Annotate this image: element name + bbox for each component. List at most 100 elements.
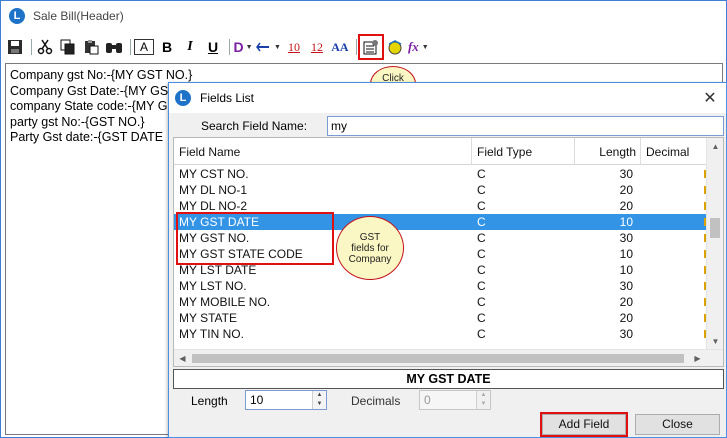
vertical-scrollbar[interactable]: ▲ ▼: [706, 138, 723, 350]
cell-field-name: MY LST NO.: [179, 279, 247, 293]
cell-decimal: [641, 214, 706, 230]
cell-length: 20: [619, 295, 633, 309]
length-spinner[interactable]: ▲ ▼: [312, 391, 326, 409]
dialog-buttons: Add Field Close: [169, 412, 726, 438]
length-value: 10: [250, 393, 264, 407]
size-12-label: 12: [310, 39, 323, 54]
font-icon[interactable]: AA: [330, 37, 350, 57]
search-row: Search Field Name:: [173, 116, 724, 136]
cell-field-name: MY DL NO-2: [179, 199, 248, 213]
image-icon[interactable]: [385, 37, 405, 57]
window-title: Sale Bill(Header): [33, 9, 124, 23]
size-12-icon[interactable]: 12: [307, 37, 327, 57]
length-stepper[interactable]: 10 ▲ ▼: [245, 390, 327, 410]
font-size-icon[interactable]: A: [134, 39, 154, 55]
d-menu-icon[interactable]: D ▼: [233, 37, 253, 57]
toolbar: A B I U D ▼ ▼ 10 12 AA fx ▼: [5, 34, 723, 60]
cell-decimal: [641, 230, 706, 246]
font-label: AA: [331, 39, 349, 54]
table-row[interactable]: MY GST NO. C 30: [174, 230, 706, 246]
length-label: Length: [191, 394, 228, 408]
length-row: Length 10 ▲ ▼ Decimals 0 ▲ ▼: [173, 390, 724, 412]
cell-field-type: C: [477, 295, 486, 309]
bold-label: B: [161, 39, 173, 55]
italic-icon[interactable]: I: [180, 37, 200, 57]
cell-field-type: C: [477, 183, 486, 197]
cell-field-name: MY GST NO.: [179, 231, 250, 245]
toolbar-separator: [355, 39, 357, 55]
column-header-field-type[interactable]: Field Type: [472, 138, 575, 165]
cell-field-type: C: [477, 167, 486, 181]
table-row[interactable]: MY GST STATE CODE C 10: [174, 246, 706, 262]
find-icon[interactable]: [104, 37, 124, 57]
function-icon[interactable]: fx ▼: [408, 37, 429, 57]
table-row[interactable]: MY STATE C 20: [174, 310, 706, 326]
cell-decimal: [641, 262, 706, 278]
cell-field-type: C: [477, 263, 486, 277]
cell-field-name: MY DL NO-1: [179, 183, 248, 197]
app-logo-icon: L: [175, 90, 191, 106]
copy-icon[interactable]: [58, 37, 78, 57]
table-row[interactable]: MY DL NO-1 C 20: [174, 182, 706, 198]
main-titlebar: L Sale Bill(Header): [1, 1, 726, 31]
search-field-input[interactable]: [327, 116, 724, 136]
cell-field-type: C: [477, 247, 486, 261]
indent-menu-icon[interactable]: ▼: [256, 37, 281, 57]
cell-length: 20: [619, 183, 633, 197]
cell-length: 20: [619, 311, 633, 325]
cell-length: 10: [619, 247, 633, 261]
table-row[interactable]: MY DL NO-2 C 20: [174, 198, 706, 214]
cut-icon[interactable]: [35, 37, 55, 57]
cell-field-name: MY TIN NO.: [179, 327, 244, 341]
column-header-length[interactable]: Length: [575, 138, 641, 165]
field-list-icon[interactable]: [357, 34, 384, 60]
cell-field-name: MY MOBILE NO.: [179, 295, 271, 309]
scroll-thumb[interactable]: [192, 354, 684, 363]
cell-field-type: C: [477, 311, 486, 325]
scroll-down-icon[interactable]: ▼: [707, 333, 723, 350]
bold-icon[interactable]: B: [157, 37, 177, 57]
scroll-up-icon[interactable]: ▲: [707, 138, 723, 155]
cell-decimal: [641, 278, 706, 294]
table-row[interactable]: MY TIN NO. C 30: [174, 326, 706, 342]
chevron-down-icon: ▼: [421, 43, 429, 51]
cell-decimal: [641, 198, 706, 214]
spin-down-icon: ▼: [480, 401, 487, 407]
grid-header: Field Name Field Type Length Decimal: [174, 138, 706, 165]
cell-length: 10: [619, 215, 633, 229]
table-row[interactable]: MY MOBILE NO. C 20: [174, 294, 706, 310]
table-row[interactable]: MY GST DATE C 10: [174, 214, 706, 230]
decimals-value: 0: [424, 393, 431, 407]
column-header-field-name[interactable]: Field Name: [174, 138, 472, 165]
function-label: fx: [407, 39, 419, 54]
size-10-icon[interactable]: 10: [284, 37, 304, 57]
close-icon[interactable]: ✕: [702, 90, 718, 106]
scroll-thumb[interactable]: [710, 218, 720, 238]
underline-icon[interactable]: U: [203, 37, 223, 57]
cell-length: 30: [619, 279, 633, 293]
horizontal-scrollbar[interactable]: ◀ ▶: [174, 349, 723, 366]
table-row[interactable]: MY LST NO. C 30: [174, 278, 706, 294]
dialog-title: Fields List: [200, 91, 255, 105]
close-button[interactable]: Close: [635, 414, 720, 435]
selected-field-display: MY GST DATE: [173, 369, 724, 389]
cell-decimal: [641, 246, 706, 262]
table-row[interactable]: MY CST NO. C 30: [174, 166, 706, 182]
cell-field-name: MY GST STATE CODE: [179, 247, 303, 261]
column-header-decimal[interactable]: Decimal: [641, 138, 706, 165]
scroll-right-icon[interactable]: ▶: [689, 350, 706, 366]
app-logo-icon: L: [9, 8, 25, 24]
fields-list-dialog: L Fields List ✕ Search Field Name: Field…: [168, 82, 727, 438]
cell-length: 20: [619, 199, 633, 213]
spin-up-icon[interactable]: ▲: [313, 391, 326, 400]
decimals-stepper: 0 ▲ ▼: [419, 390, 491, 410]
size-10-label: 10: [287, 39, 300, 54]
table-row[interactable]: MY LST DATE C 10: [174, 262, 706, 278]
add-field-button[interactable]: Add Field: [540, 412, 628, 437]
scroll-left-icon[interactable]: ◀: [174, 350, 191, 366]
save-icon[interactable]: [5, 37, 25, 57]
underline-label: U: [207, 39, 219, 55]
spin-down-icon[interactable]: ▼: [313, 400, 326, 409]
paste-icon[interactable]: [81, 37, 101, 57]
grid-body: MY CST NO. C 30 MY DL NO-1 C 20 MY DL NO-2 C 20 M…: [174, 166, 706, 342]
